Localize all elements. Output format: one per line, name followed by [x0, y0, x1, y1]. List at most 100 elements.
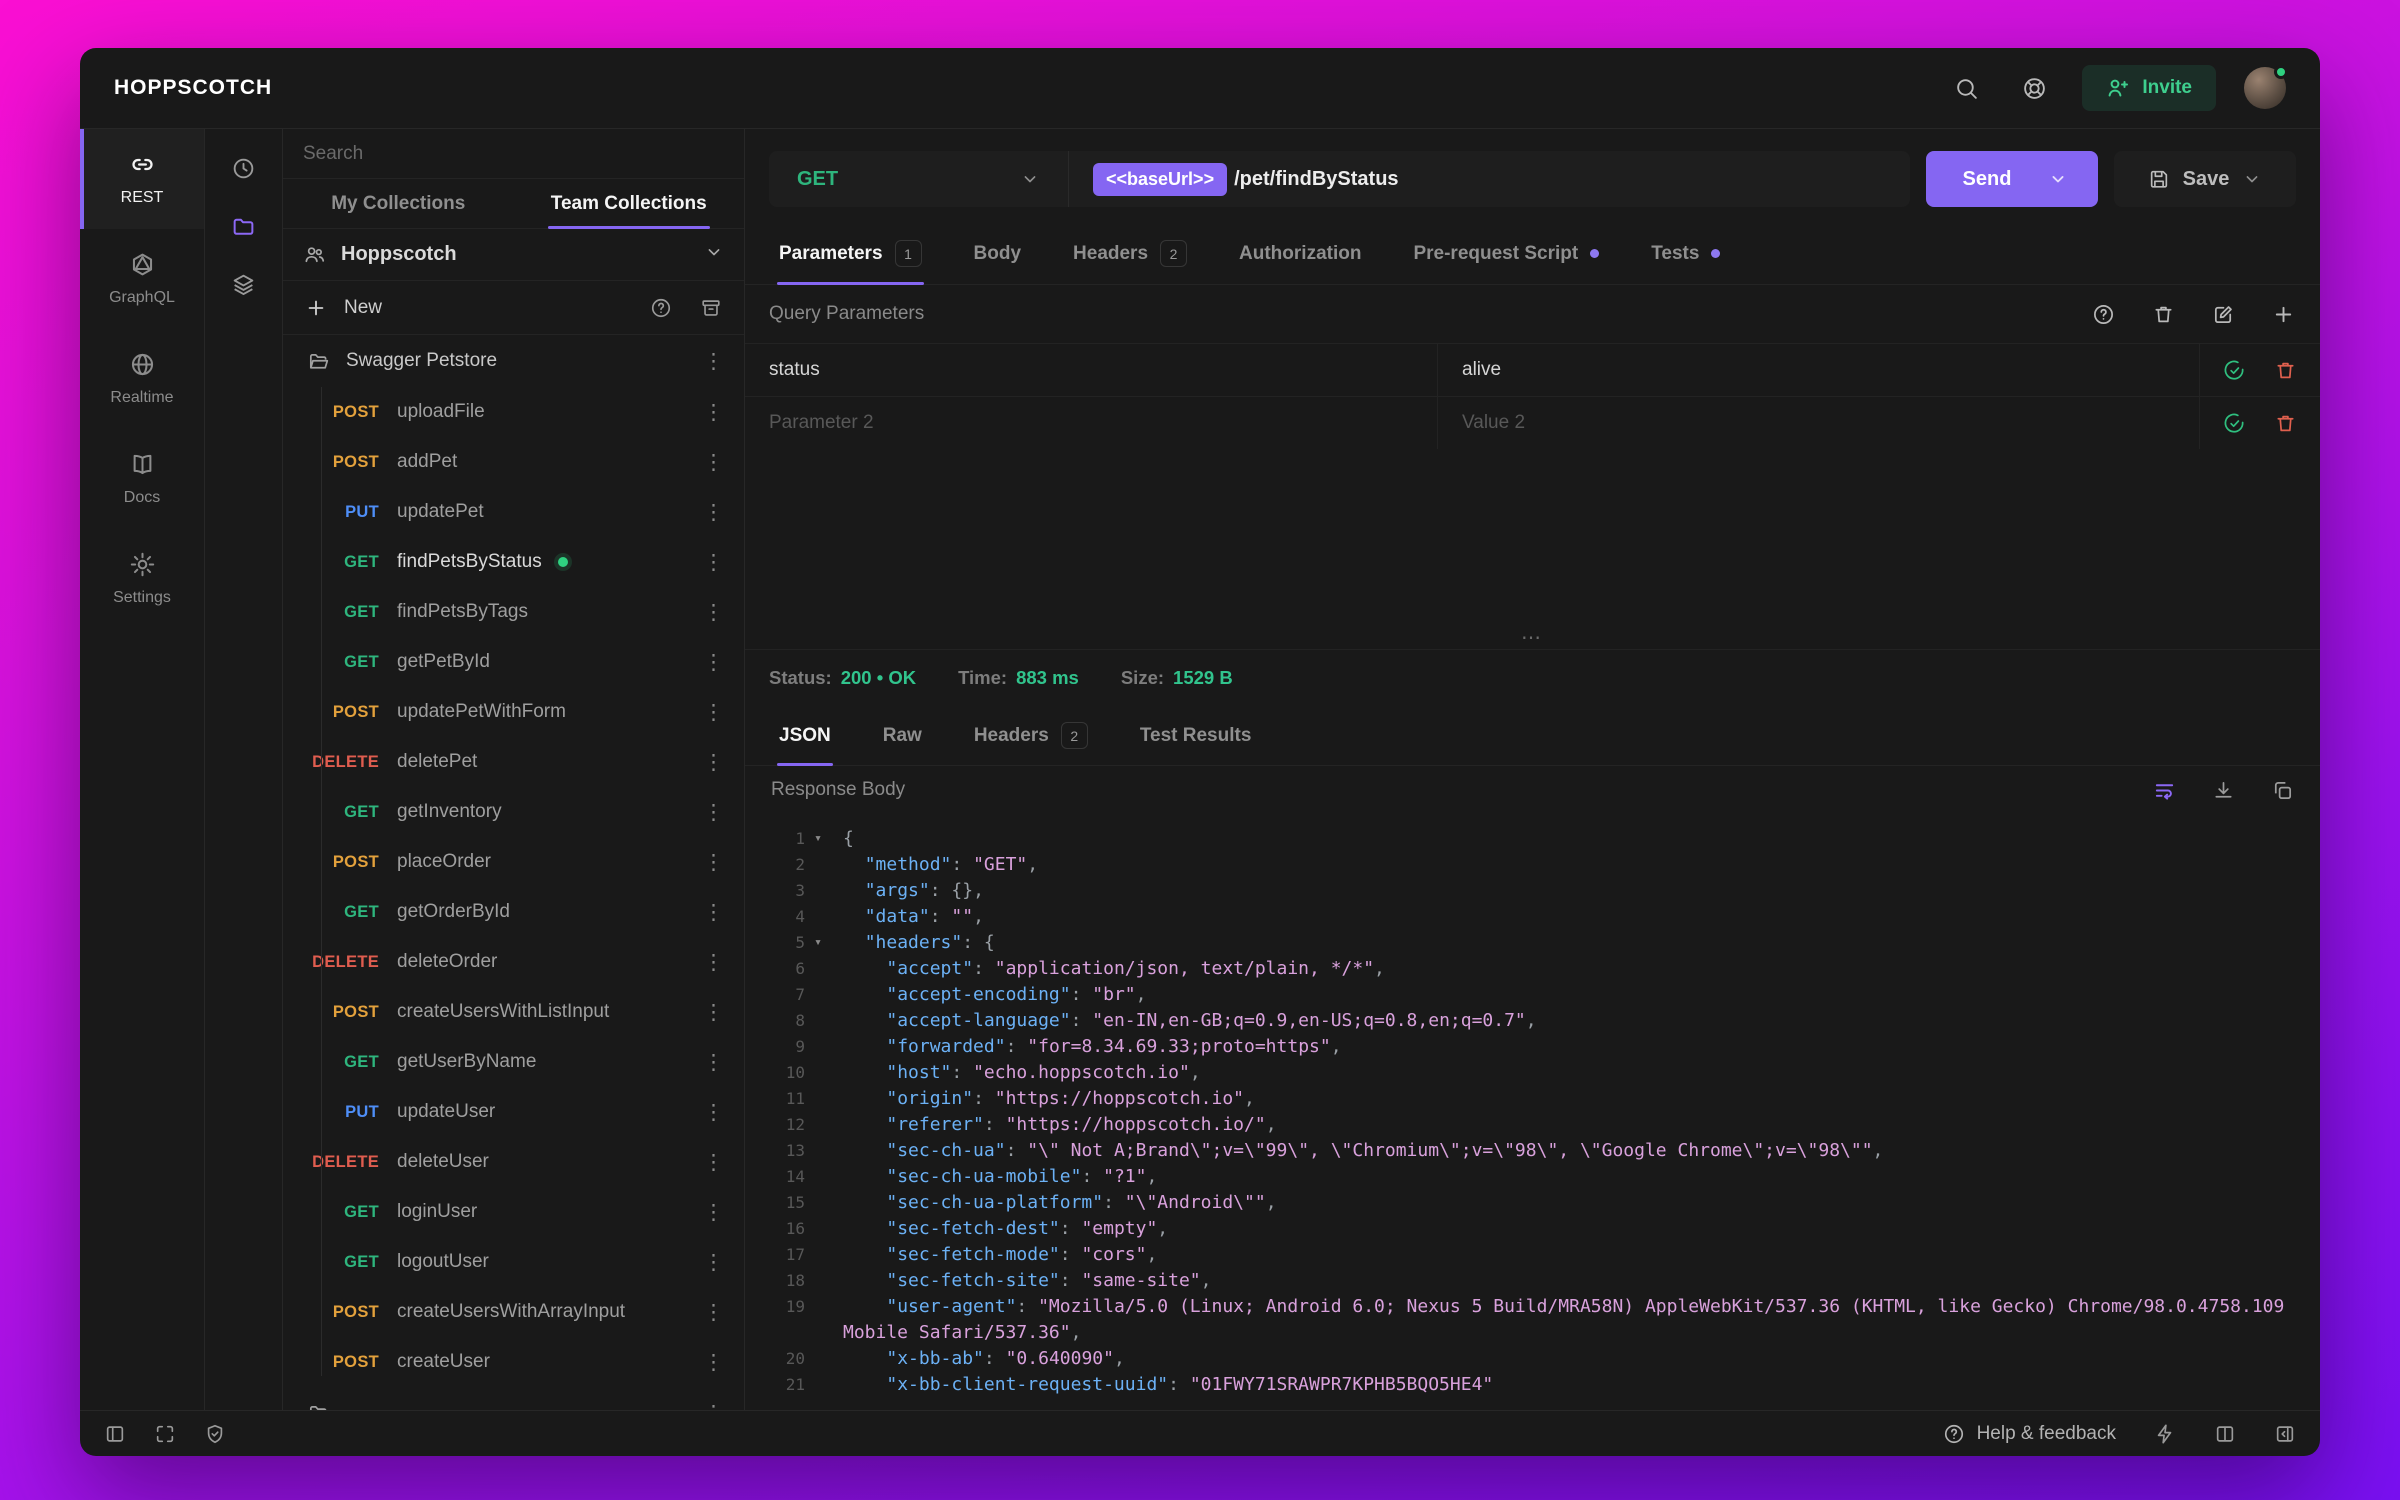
param-delete-trash-icon[interactable]	[2274, 412, 2297, 435]
request-item-deleteUser[interactable]: DELETE deleteUser ⋮	[283, 1137, 744, 1187]
request-item-addPet[interactable]: POST addPet ⋮	[283, 437, 744, 487]
collection-folder-swagger-petstore[interactable]: Swagger Petstore ⋮	[283, 335, 744, 387]
edit-bulk-icon[interactable]	[2210, 301, 2236, 327]
sidebar-item-realtime[interactable]: Realtime	[80, 329, 204, 429]
request-item-uploadFile[interactable]: POST uploadFile ⋮	[283, 387, 744, 437]
send-button[interactable]: Send	[1926, 151, 2098, 207]
param-active-check-icon[interactable]	[2223, 412, 2246, 435]
tab-pre-request-script[interactable]: Pre-request Script	[1387, 223, 1625, 284]
tab-headers[interactable]: Headers 2	[1047, 223, 1213, 284]
clear-all-trash-icon[interactable]	[2150, 301, 2176, 327]
sidebar-item-docs[interactable]: Docs	[80, 429, 204, 529]
collapse-right-panel-icon[interactable]	[2274, 1423, 2296, 1445]
kebab-menu-icon[interactable]: ⋮	[703, 951, 724, 973]
kebab-menu-icon[interactable]: ⋮	[703, 651, 724, 673]
interceptor-shield-icon[interactable]	[204, 1423, 226, 1445]
fold-arrow-icon[interactable]: ▾	[805, 930, 831, 956]
param-key-input[interactable]: status	[745, 344, 1438, 396]
kebab-menu-icon[interactable]: ⋮	[703, 401, 724, 423]
help-circle-icon[interactable]	[2090, 301, 2116, 327]
param-active-check-icon[interactable]	[2223, 359, 2246, 382]
tab-body[interactable]: Body	[948, 223, 1048, 284]
sidebar-item-rest[interactable]: REST	[80, 129, 204, 229]
request-item-getPetById[interactable]: GET getPetById ⋮	[283, 637, 744, 687]
method-selector[interactable]: GET	[769, 151, 1069, 207]
kebab-menu-icon[interactable]: ⋮	[703, 851, 724, 873]
sidebar-item-settings[interactable]: Settings	[80, 529, 204, 629]
shortcuts-zap-icon[interactable]	[2154, 1423, 2176, 1445]
split-columns-icon[interactable]	[2214, 1423, 2236, 1445]
kebab-menu-icon[interactable]: ⋮	[703, 1101, 724, 1123]
collections-folder-icon[interactable]	[225, 207, 263, 245]
request-item-createUsersWithArrayInput[interactable]: POST createUsersWithArrayInput ⋮	[283, 1287, 744, 1337]
tab-authorization[interactable]: Authorization	[1213, 223, 1387, 284]
kebab-menu-icon[interactable]: ⋮	[703, 551, 724, 573]
support-icon[interactable]	[2014, 68, 2054, 108]
url-input[interactable]: <<baseUrl>> /pet/findByStatus	[1069, 151, 1910, 207]
response-tab-raw[interactable]: Raw	[857, 706, 948, 765]
drag-handle-icon[interactable]: ⋯	[745, 625, 2320, 649]
response-tab-headers[interactable]: Headers 2	[948, 706, 1114, 765]
help-circle-icon[interactable]	[650, 297, 672, 319]
param-value-input[interactable]: Value 2	[1438, 397, 2200, 449]
invite-button[interactable]: Invite	[2082, 65, 2216, 111]
collections-search-input[interactable]	[303, 142, 724, 165]
user-avatar[interactable]	[2244, 65, 2288, 109]
kebab-menu-icon[interactable]: ⋮	[703, 350, 724, 372]
kebab-menu-icon[interactable]: ⋮	[703, 1351, 724, 1373]
request-item-loginUser[interactable]: GET loginUser ⋮	[283, 1187, 744, 1237]
request-item-updateUser[interactable]: PUT updateUser ⋮	[283, 1087, 744, 1137]
request-item-deleteOrder[interactable]: DELETE deleteOrder ⋮	[283, 937, 744, 987]
request-item-logoutUser[interactable]: GET logoutUser ⋮	[283, 1237, 744, 1287]
toggle-sidebar-icon[interactable]	[104, 1423, 126, 1445]
kebab-menu-icon[interactable]: ⋮	[703, 751, 724, 773]
save-button[interactable]: Save	[2114, 151, 2296, 207]
kebab-menu-icon[interactable]: ⋮	[703, 801, 724, 823]
baseurl-variable-pill[interactable]: <<baseUrl>>	[1093, 162, 1228, 196]
request-item-placeOrder[interactable]: POST placeOrder ⋮	[283, 837, 744, 887]
collection-folder-clipped[interactable]: ⋮	[283, 1387, 744, 1410]
request-item-findPetsByTags[interactable]: GET findPetsByTags ⋮	[283, 587, 744, 637]
kebab-menu-icon[interactable]: ⋮	[703, 1001, 724, 1023]
wrap-lines-icon[interactable]	[2153, 779, 2176, 802]
fold-arrow-icon[interactable]: ▾	[805, 826, 831, 852]
history-icon[interactable]	[225, 149, 263, 187]
help-feedback-button[interactable]: Help & feedback	[1943, 1423, 2116, 1445]
kebab-menu-icon[interactable]: ⋮	[703, 1251, 724, 1273]
tab-team-collections[interactable]: Team Collections	[514, 179, 745, 228]
new-collection-label[interactable]: New	[344, 297, 382, 319]
tab-tests[interactable]: Tests	[1625, 223, 1746, 284]
copy-icon[interactable]	[2271, 779, 2294, 802]
kebab-menu-icon[interactable]: ⋮	[703, 1402, 724, 1410]
kebab-menu-icon[interactable]: ⋮	[703, 501, 724, 523]
param-key-input[interactable]: Parameter 2	[745, 397, 1438, 449]
save-options-chevron-icon[interactable]	[2242, 169, 2262, 189]
kebab-menu-icon[interactable]: ⋮	[703, 601, 724, 623]
request-item-getUserByName[interactable]: GET getUserByName ⋮	[283, 1037, 744, 1087]
kebab-menu-icon[interactable]: ⋮	[703, 901, 724, 923]
kebab-menu-icon[interactable]: ⋮	[703, 451, 724, 473]
param-delete-trash-icon[interactable]	[2274, 359, 2297, 382]
response-tab-json[interactable]: JSON	[753, 706, 857, 766]
request-item-updatePet[interactable]: PUT updatePet ⋮	[283, 487, 744, 537]
tab-my-collections[interactable]: My Collections	[283, 179, 514, 228]
request-item-getOrderById[interactable]: GET getOrderById ⋮	[283, 887, 744, 937]
kebab-menu-icon[interactable]: ⋮	[703, 1151, 724, 1173]
tab-parameters[interactable]: Parameters 1	[753, 223, 948, 285]
param-value-input[interactable]: alive	[1438, 344, 2200, 396]
environments-layers-icon[interactable]	[225, 265, 263, 303]
search-icon[interactable]	[1946, 68, 1986, 108]
request-item-deletePet[interactable]: DELETE deletePet ⋮	[283, 737, 744, 787]
sidebar-item-graphql[interactable]: GraphQL	[80, 229, 204, 329]
send-options-chevron-icon[interactable]	[2048, 151, 2098, 207]
team-selector[interactable]: Hoppscotch	[283, 229, 744, 281]
request-item-createUser[interactable]: POST createUser ⋮	[283, 1337, 744, 1387]
request-item-getInventory[interactable]: GET getInventory ⋮	[283, 787, 744, 837]
add-parameter-plus-icon[interactable]	[2270, 301, 2296, 327]
kebab-menu-icon[interactable]: ⋮	[703, 1301, 724, 1323]
kebab-menu-icon[interactable]: ⋮	[703, 1051, 724, 1073]
download-icon[interactable]	[2212, 779, 2235, 802]
code-lines[interactable]: 1 ▾{2 "method": "GET", 3 "args": {}, 4 "dat…	[745, 814, 2320, 1410]
archive-icon[interactable]	[700, 297, 722, 319]
kebab-menu-icon[interactable]: ⋮	[703, 701, 724, 723]
